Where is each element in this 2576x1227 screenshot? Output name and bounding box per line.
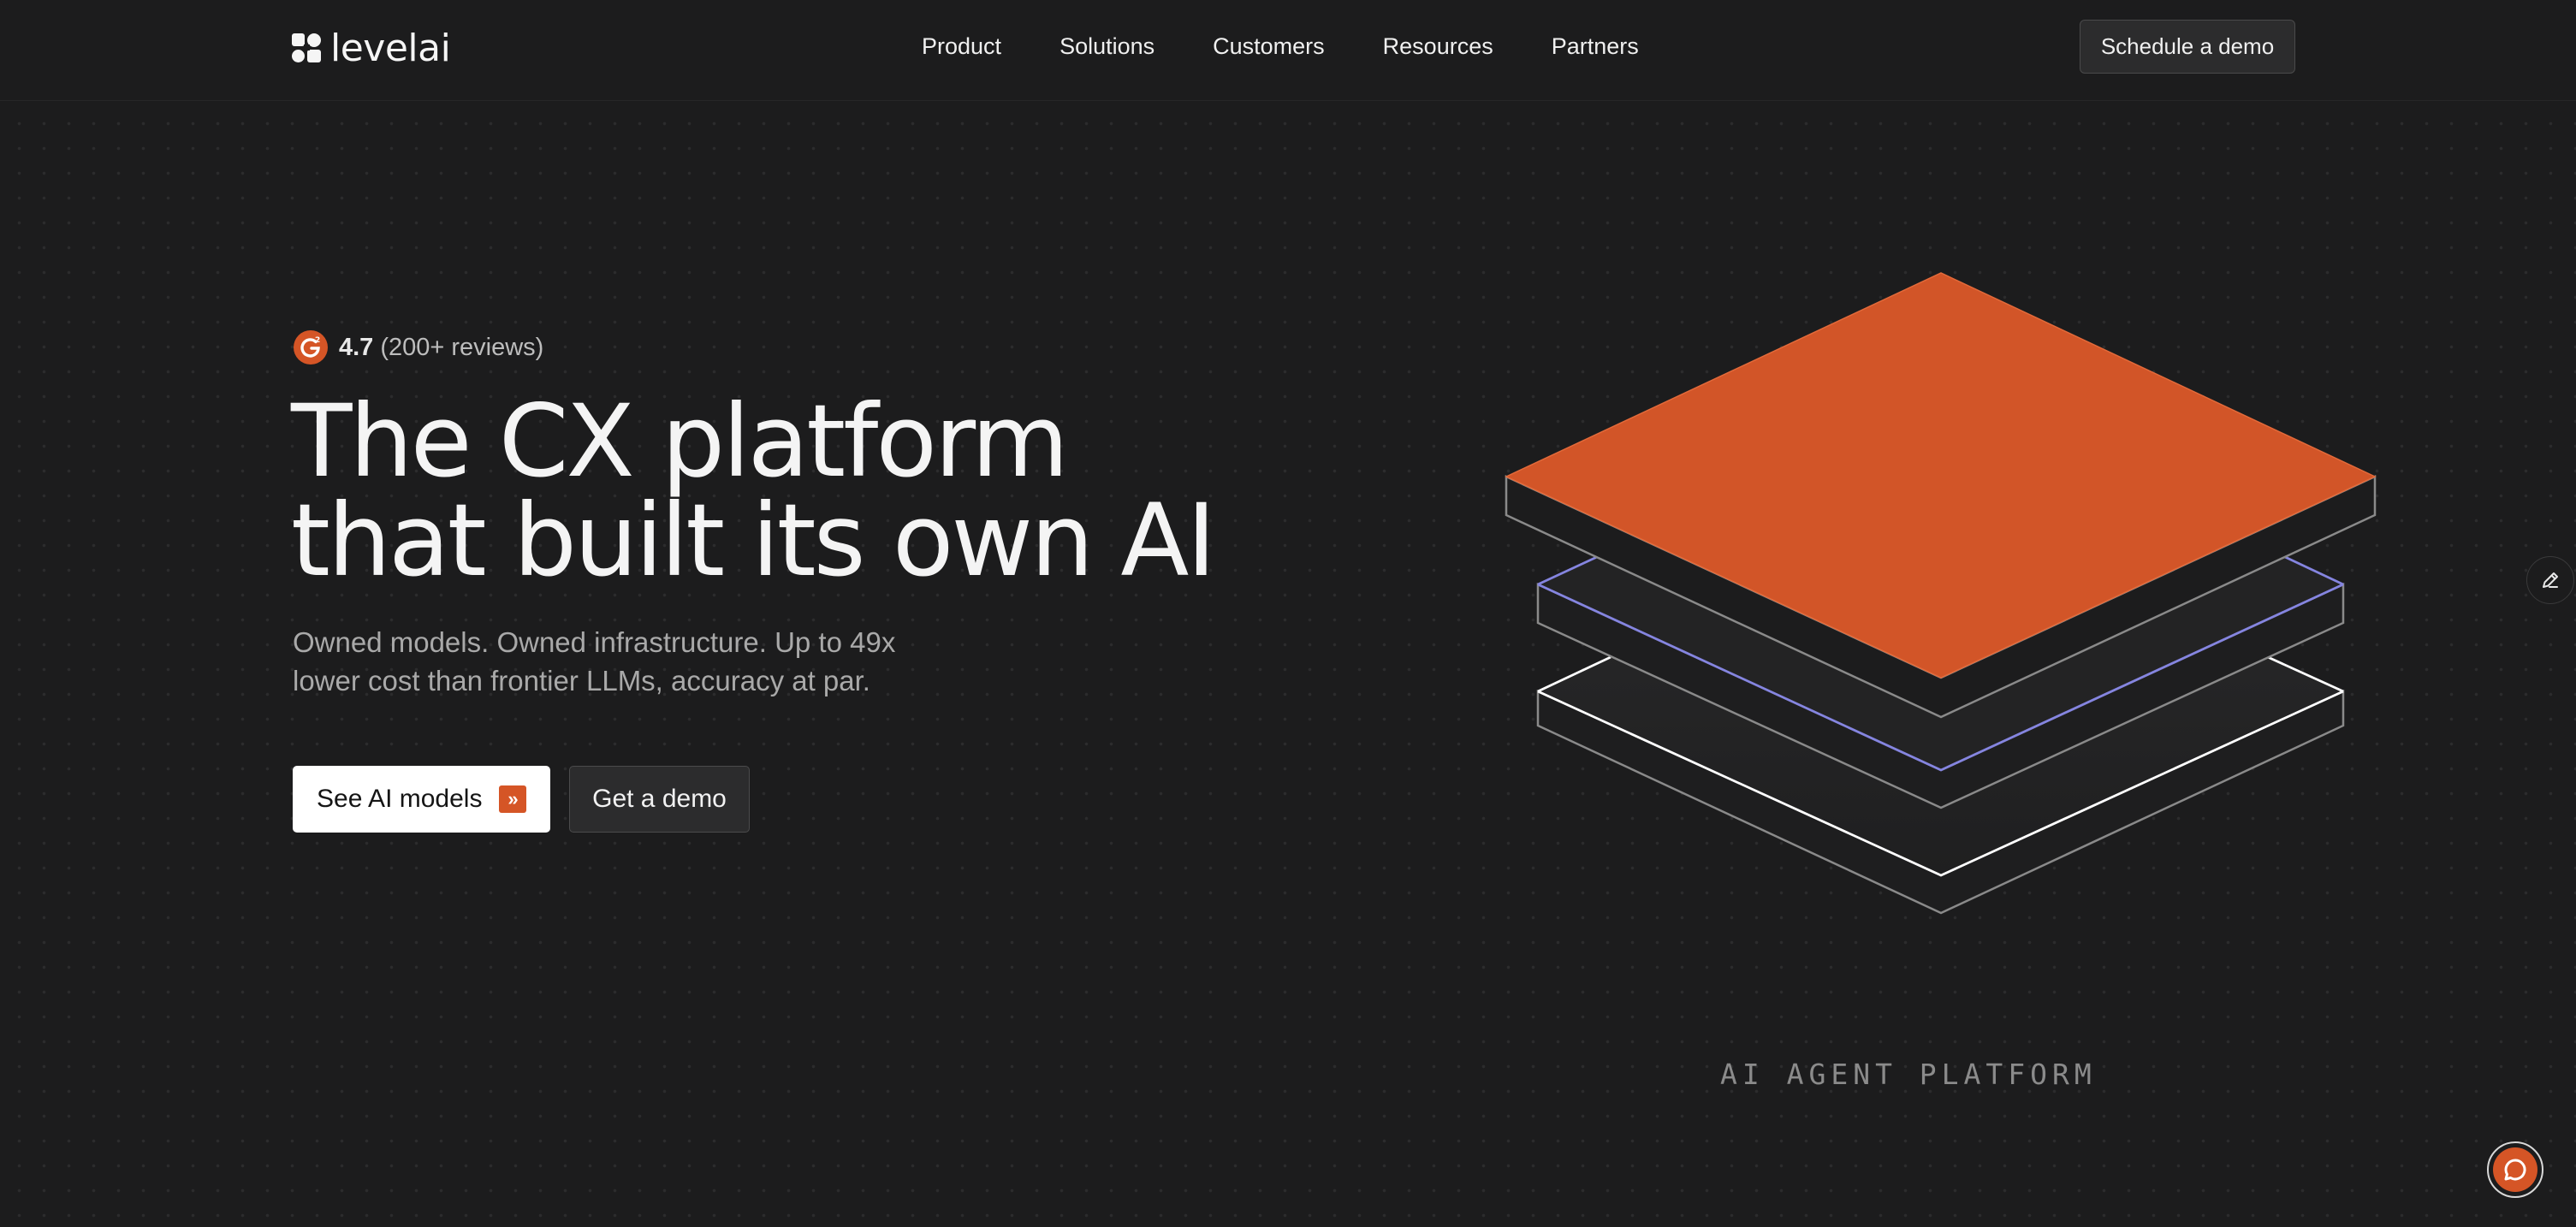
nav-item-resources[interactable]: Resources bbox=[1383, 33, 1493, 60]
ai-platform-layers-illustration bbox=[1505, 272, 2377, 915]
g2-icon: 2 bbox=[294, 330, 328, 365]
hero-headline-line2: that built its own AI bbox=[291, 482, 1216, 599]
page: levelai Product Solutions Customers Reso… bbox=[0, 0, 2576, 1227]
chat-bubble-icon bbox=[2504, 1159, 2526, 1181]
levelai-logo-icon bbox=[292, 33, 321, 62]
site-header: levelai Product Solutions Customers Reso… bbox=[0, 0, 2576, 101]
hero-headline: The CX platform that built its own AI bbox=[291, 391, 1232, 590]
nav-item-partners[interactable]: Partners bbox=[1552, 33, 1639, 60]
pencil-icon bbox=[2543, 572, 2558, 588]
platform-caption: AI AGENT PLATFORM bbox=[1720, 1058, 2097, 1091]
see-ai-models-label: See AI models bbox=[317, 785, 483, 813]
hero-subhead-line1: Owned models. Owned infrastructure. Up t… bbox=[293, 626, 896, 658]
chat-widget-button[interactable] bbox=[2487, 1141, 2543, 1198]
nav-item-solutions[interactable]: Solutions bbox=[1059, 33, 1154, 60]
hero-subhead: Owned models. Owned infrastructure. Up t… bbox=[293, 623, 943, 700]
svg-text:2: 2 bbox=[315, 336, 320, 345]
get-a-demo-button[interactable]: Get a demo bbox=[569, 766, 750, 833]
levelai-logo[interactable]: levelai bbox=[291, 26, 451, 70]
main-nav: Product Solutions Customers Resources Pa… bbox=[922, 29, 1639, 63]
nav-item-product[interactable]: Product bbox=[922, 33, 1001, 60]
brand-name: levelai bbox=[330, 26, 451, 70]
nav-item-customers[interactable]: Customers bbox=[1213, 33, 1325, 60]
schedule-demo-button[interactable]: Schedule a demo bbox=[2080, 20, 2295, 74]
hero-subhead-line2: lower cost than frontier LLMs, accuracy … bbox=[293, 665, 870, 696]
see-ai-models-button[interactable]: See AI models » bbox=[293, 766, 550, 833]
double-chevron-right-icon: » bbox=[499, 785, 527, 813]
g2-rating[interactable]: 2 4.7 (200+ reviews) bbox=[293, 329, 543, 366]
rating-score: 4.7 bbox=[339, 333, 374, 361]
chat-widget-inner bbox=[2493, 1147, 2537, 1192]
edit-button[interactable] bbox=[2526, 556, 2574, 604]
rating-reviews: (200+ reviews) bbox=[380, 333, 544, 361]
